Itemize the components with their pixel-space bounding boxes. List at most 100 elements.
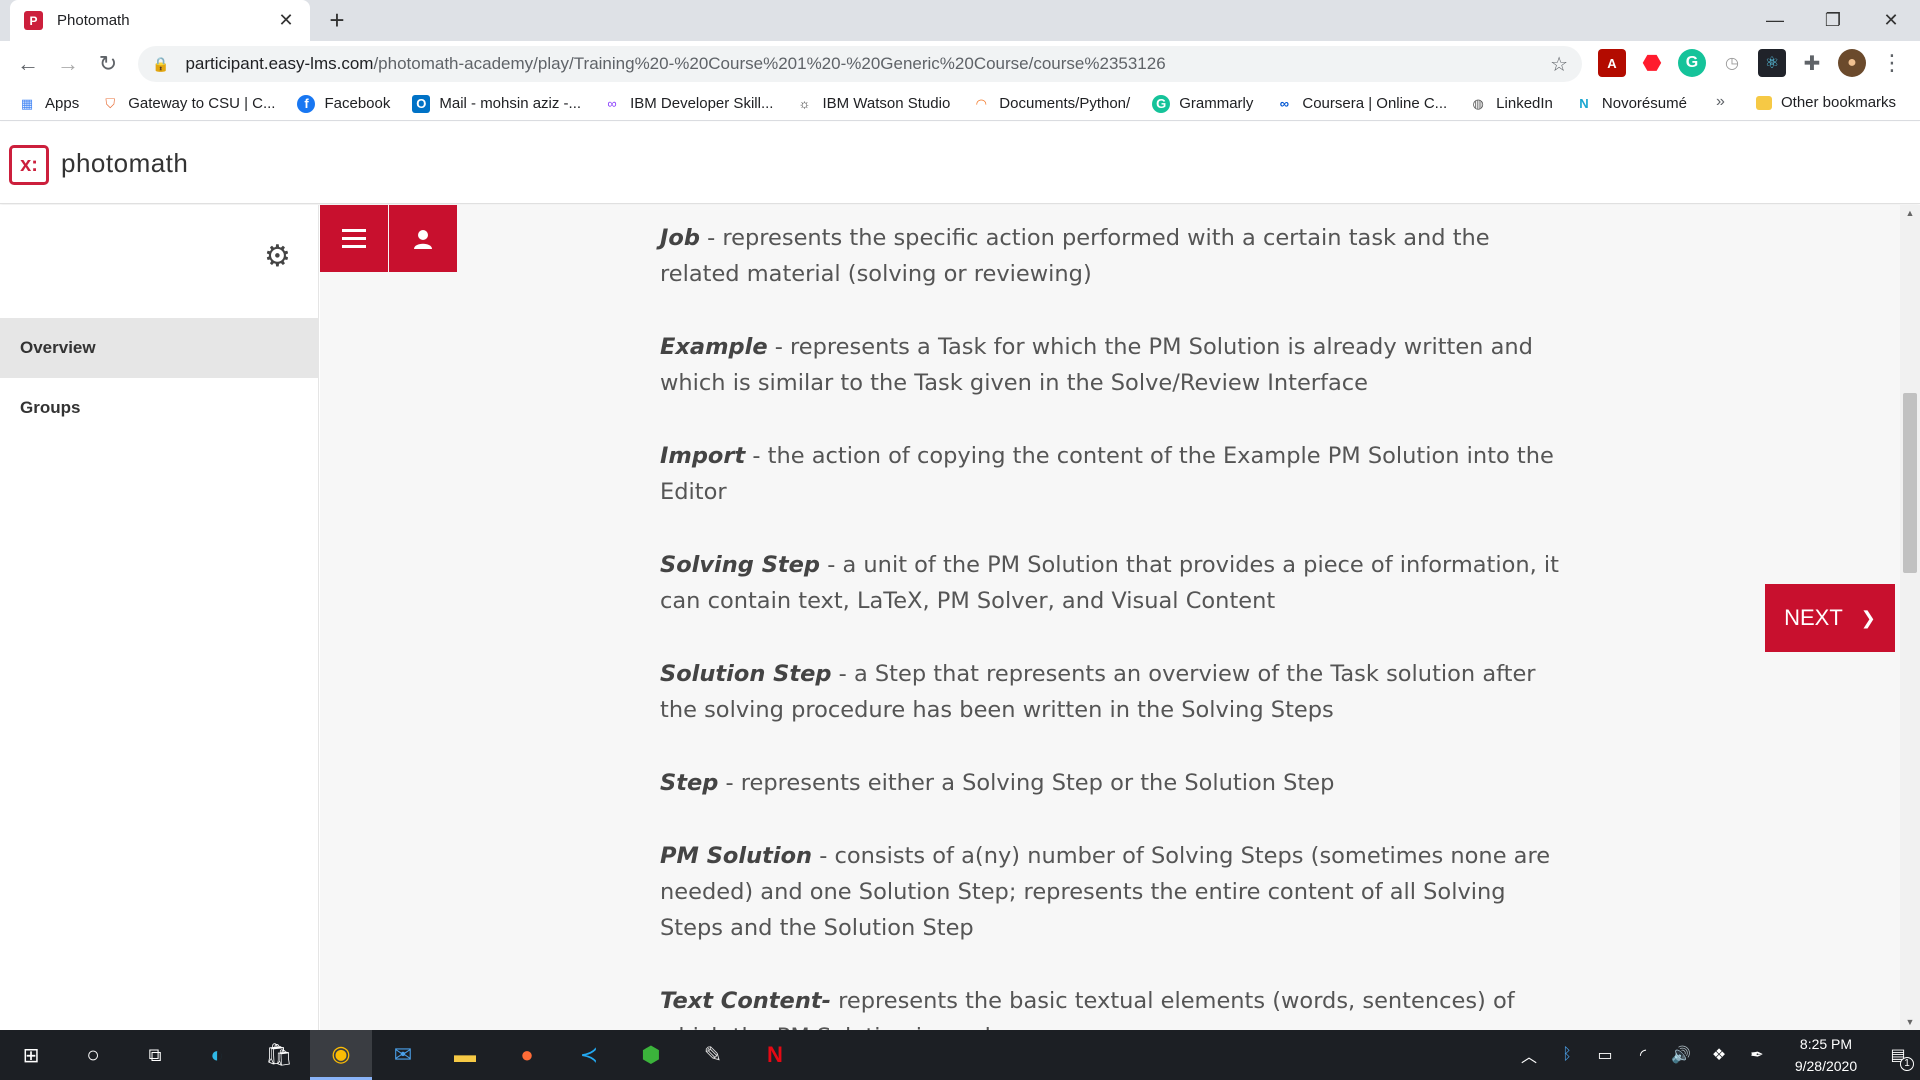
pen-icon[interactable]: ✒ bbox=[1738, 1045, 1776, 1065]
windows-taskbar: ⊞ ○ ⧉ ◐ 🛍 ◉ ✉ ▬ ● ≺ ⬢ ✎ N ︿ ᛒ ▭ ◜ 🔊 ❖ ✒ … bbox=[0, 1030, 1920, 1080]
definition-term: Step bbox=[660, 770, 719, 796]
chrome-taskbar-icon[interactable]: ◉ bbox=[310, 1030, 372, 1080]
definition-term: Solving Step bbox=[660, 552, 821, 578]
definition-term: Text Content- bbox=[660, 988, 831, 1014]
dropbox-icon[interactable]: ❖ bbox=[1700, 1045, 1738, 1065]
gear-icon[interactable]: ⚙ bbox=[264, 239, 291, 274]
scroll-down-arrow-icon[interactable]: ▼ bbox=[1900, 1017, 1920, 1027]
bookmark-gateway-csu[interactable]: ⛉ Gateway to CSU | C... bbox=[101, 95, 275, 113]
app-header: x: photomath bbox=[0, 122, 1920, 204]
opera-extension-icon[interactable]: ⬣ bbox=[1638, 49, 1666, 77]
ibm-icon: ∞ bbox=[607, 96, 617, 111]
postman-icon[interactable]: ● bbox=[496, 1030, 558, 1080]
chevron-right-icon: ❯ bbox=[1860, 607, 1876, 628]
grammarly-icon: G bbox=[1152, 94, 1171, 113]
definition-text: represents the specific action performed… bbox=[660, 225, 1490, 287]
windows-start-icon[interactable]: ⊞ bbox=[0, 1030, 62, 1080]
bookmark-coursera[interactable]: ∞ Coursera | Online C... bbox=[1275, 95, 1447, 113]
menu-toggle-button[interactable] bbox=[320, 205, 388, 272]
definition-term: Solution Step bbox=[660, 661, 832, 687]
volume-icon[interactable]: 🔊 bbox=[1662, 1045, 1700, 1065]
minimize-button[interactable]: — bbox=[1746, 0, 1804, 41]
other-bookmarks[interactable]: Other bookmarks bbox=[1756, 94, 1896, 111]
tab-close-icon[interactable]: ✕ bbox=[276, 10, 296, 31]
scroll-thumb[interactable] bbox=[1903, 393, 1917, 573]
app-hexagon-icon[interactable]: ⬢ bbox=[620, 1030, 682, 1080]
bookmarks-bar: ▦ Apps ⛉ Gateway to CSU | C... f Facebook O… bbox=[0, 87, 1920, 121]
bookmark-documents-python[interactable]: ◠ Documents/Python/ bbox=[972, 95, 1131, 113]
bookmark-mail[interactable]: O Mail - mohsin aziz -... bbox=[412, 94, 581, 113]
photomath-logo-icon: x: bbox=[9, 145, 49, 185]
next-label: NEXT bbox=[1784, 605, 1843, 630]
close-window-button[interactable]: ✕ bbox=[1862, 0, 1920, 41]
restore-button[interactable]: ❐ bbox=[1804, 0, 1862, 41]
file-explorer-icon[interactable]: ▬ bbox=[434, 1030, 496, 1080]
browser-tab[interactable]: P Photomath ✕ bbox=[10, 0, 310, 41]
definition-term: Import bbox=[660, 443, 746, 469]
wifi-icon[interactable]: ◜ bbox=[1624, 1045, 1662, 1065]
definition-term: Job bbox=[660, 225, 700, 251]
address-bar[interactable]: 🔒 participant.easy-lms.com/photomath-aca… bbox=[138, 46, 1582, 82]
url-text[interactable]: participant.easy-lms.com/photomath-acade… bbox=[185, 54, 1550, 74]
battery-icon[interactable]: ▭ bbox=[1586, 1045, 1624, 1065]
sidebar: ⚙ Overview Groups bbox=[0, 205, 319, 1030]
notification-count: 1 bbox=[1900, 1057, 1914, 1071]
chevron-up-icon[interactable]: ︿ bbox=[1510, 1043, 1548, 1067]
bluetooth-icon[interactable]: ᛒ bbox=[1548, 1046, 1586, 1064]
store-icon[interactable]: 🛍 bbox=[248, 1030, 310, 1080]
sidebar-item-overview[interactable]: Overview bbox=[0, 318, 319, 378]
definition-item: PM Solution - consists of a(ny) number o… bbox=[660, 843, 1551, 941]
bookmark-ibm-developer[interactable]: ∞ IBM Developer Skill... bbox=[603, 95, 773, 113]
clock-time: 8:25 PM bbox=[1799, 1036, 1853, 1052]
clock-extension-icon[interactable]: ◷ bbox=[1718, 49, 1746, 77]
definition-item: Text Content- represents the basic textu… bbox=[660, 983, 1570, 1030]
browser-toolbar: ← → ↻ 🔒 participant.easy-lms.com/photoma… bbox=[0, 41, 1920, 87]
mail-app-icon[interactable]: ✉ bbox=[372, 1030, 434, 1080]
grammarly-extension-icon[interactable]: G bbox=[1678, 49, 1706, 77]
netflix-icon[interactable]: N bbox=[744, 1030, 806, 1080]
apps-grid-icon: ▦ bbox=[20, 95, 34, 111]
scroll-up-arrow-icon[interactable]: ▲ bbox=[1900, 208, 1920, 218]
edge-browser-icon[interactable]: ◐ bbox=[186, 1030, 248, 1080]
bookmarks-overflow-button[interactable]: » bbox=[1716, 93, 1725, 111]
definition-item: Step - represents either a Solving Step … bbox=[660, 770, 1335, 796]
sidebar-item-groups[interactable]: Groups bbox=[0, 378, 319, 438]
paint-icon[interactable]: ✎ bbox=[682, 1030, 744, 1080]
bookmark-ibm-watson[interactable]: ☼ IBM Watson Studio bbox=[795, 95, 950, 113]
bookmark-grammarly[interactable]: G Grammarly bbox=[1152, 94, 1253, 113]
bookmark-linkedin[interactable]: ◍ LinkedIn bbox=[1469, 95, 1553, 113]
puzzle-extensions-icon[interactable]: ✚ bbox=[1798, 49, 1826, 77]
bookmark-apps[interactable]: ▦ Apps bbox=[18, 95, 79, 113]
chrome-menu-icon[interactable]: ⋮ bbox=[1878, 49, 1906, 77]
forward-button[interactable]: → bbox=[48, 44, 88, 84]
acrobat-extension-icon[interactable]: A bbox=[1598, 49, 1626, 77]
definition-text: represents a Task for which the PM Solut… bbox=[660, 334, 1533, 396]
vscode-icon[interactable]: ≺ bbox=[558, 1030, 620, 1080]
task-view-icon[interactable]: ⧉ bbox=[124, 1030, 186, 1080]
definition-text: the action of copying the content of the… bbox=[660, 443, 1554, 505]
lock-icon: 🔒 bbox=[152, 55, 170, 72]
coursera-icon: ∞ bbox=[1279, 96, 1290, 111]
bookmark-star-icon[interactable]: ☆ bbox=[1550, 52, 1568, 77]
facebook-icon: f bbox=[297, 94, 316, 113]
app-logo-text: photomath bbox=[61, 148, 189, 178]
watson-icon: ☼ bbox=[798, 96, 811, 111]
bookmark-facebook[interactable]: f Facebook bbox=[297, 94, 390, 113]
cortana-search-icon[interactable]: ○ bbox=[62, 1030, 124, 1080]
notification-center-icon[interactable]: ▤ 1 bbox=[1876, 1045, 1920, 1071]
reload-button[interactable]: ↻ bbox=[88, 44, 128, 84]
user-profile-button[interactable] bbox=[389, 205, 457, 272]
profile-avatar[interactable]: ● bbox=[1838, 49, 1866, 77]
jupyter-icon: ◠ bbox=[975, 95, 987, 111]
react-devtools-icon[interactable]: ⚛ bbox=[1758, 49, 1786, 77]
new-tab-button[interactable]: + bbox=[322, 6, 352, 36]
system-clock[interactable]: 8:25 PM 9/28/2020 bbox=[1776, 1033, 1876, 1077]
back-button[interactable]: ← bbox=[8, 44, 48, 84]
outlook-icon: O bbox=[412, 94, 431, 113]
bookmark-novoresume[interactable]: N Novorésumé bbox=[1575, 95, 1687, 113]
next-button[interactable]: NEXT ❯ bbox=[1765, 584, 1895, 652]
browser-tab-strip: P Photomath ✕ + — ❐ ✕ bbox=[0, 0, 1920, 41]
definition-item: Solution Step - a Step that represents a… bbox=[660, 661, 1536, 723]
page-scrollbar[interactable]: ▲ ▼ bbox=[1900, 205, 1920, 1030]
folder-icon bbox=[1756, 95, 1772, 110]
